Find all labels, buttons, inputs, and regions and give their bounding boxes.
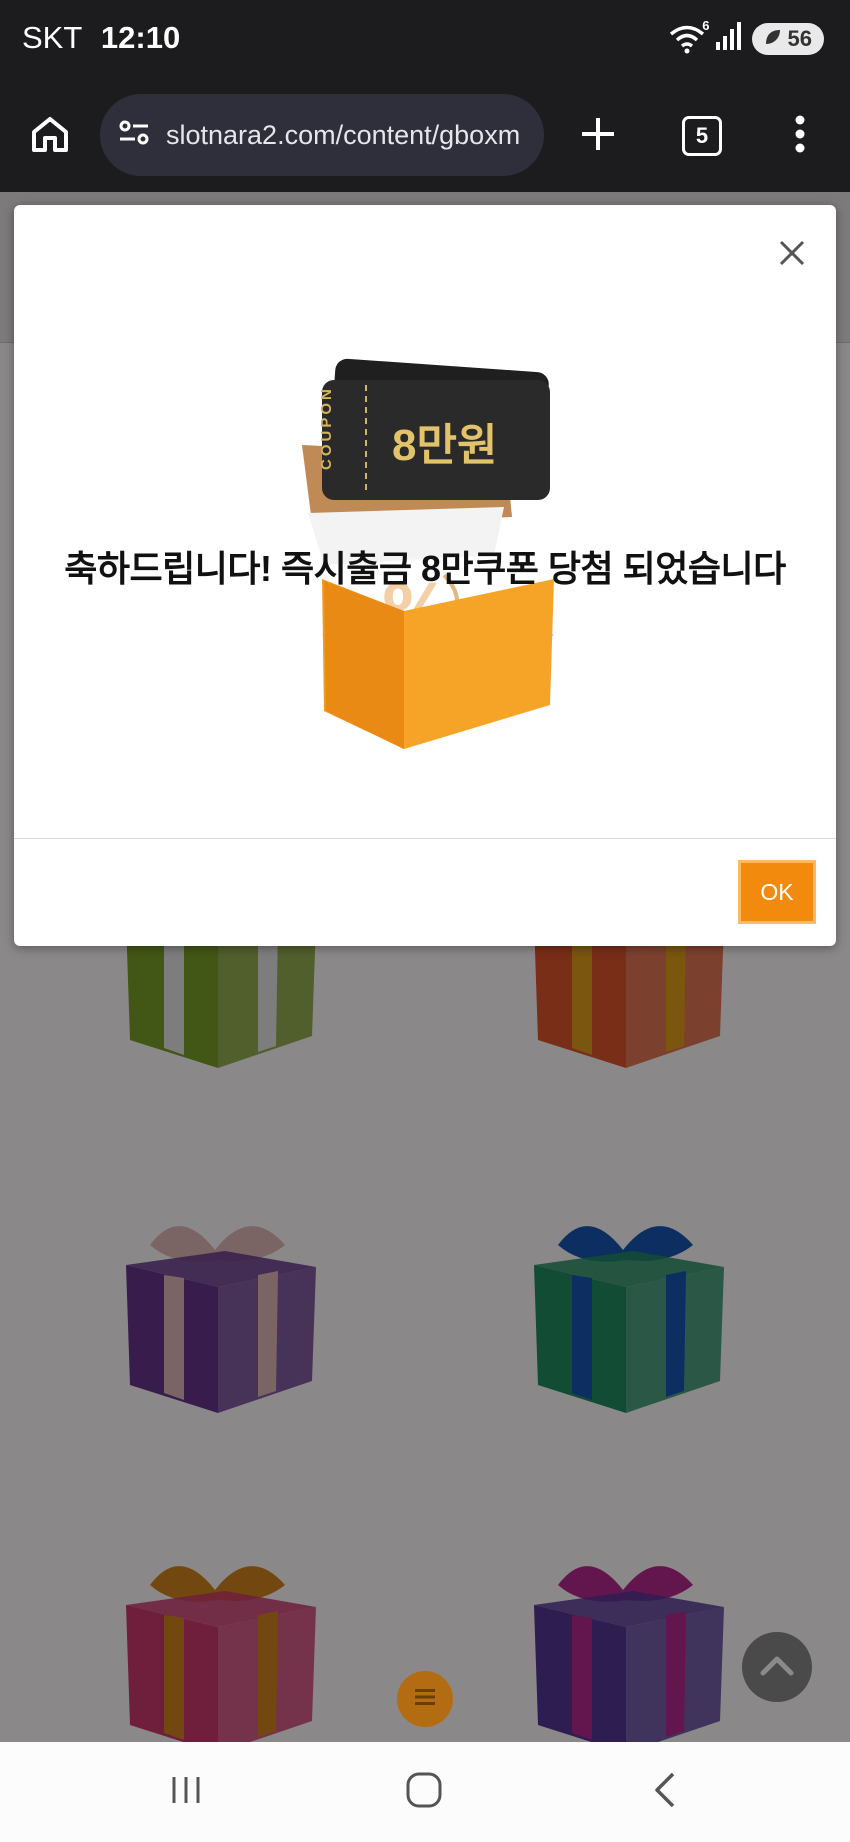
battery-indicator: 56 (751, 22, 824, 55)
status-bar: SKT 12:10 6 56 (0, 0, 850, 82)
home-nav-button[interactable] (364, 1742, 484, 1842)
home-button[interactable] (20, 96, 80, 176)
browser-toolbar: slotnara2.com/content/gboxm 5 (0, 82, 850, 192)
recents-button[interactable] (126, 1742, 246, 1842)
back-chevron-icon (651, 1771, 677, 1814)
gift-box-3[interactable] (120, 1205, 320, 1415)
system-nav-bar (0, 1742, 850, 1842)
battery-level: 56 (787, 25, 812, 51)
wifi-icon: 6 (668, 18, 710, 54)
gift-box-5[interactable] (120, 1545, 320, 1755)
gift-box-6[interactable] (528, 1545, 728, 1755)
wifi-badge: 6 (702, 17, 710, 33)
coupon-amount: 8만원 (392, 421, 498, 470)
close-button[interactable] (770, 231, 814, 275)
new-tab-button[interactable] (568, 96, 628, 176)
clock: 12:10 (100, 20, 181, 55)
tab-switcher-button[interactable]: 5 (670, 96, 734, 176)
address-bar[interactable]: slotnara2.com/content/gboxm (100, 94, 544, 176)
more-vert-icon (794, 114, 806, 159)
hamburger-icon (413, 1687, 437, 1712)
back-button[interactable] (604, 1742, 724, 1842)
modal-divider (14, 838, 836, 839)
menu-fab[interactable] (397, 1671, 453, 1727)
home-icon (30, 114, 70, 159)
chevron-up-icon (760, 1654, 794, 1681)
recents-icon (168, 1773, 204, 1812)
ok-button[interactable]: OK (738, 860, 816, 924)
gift-box-4[interactable] (528, 1205, 728, 1415)
overflow-menu-button[interactable] (770, 96, 830, 176)
leaf-icon (764, 26, 782, 52)
prize-modal: % COUPON 8만원 축하드립니다! 즉시출금 8만쿠폰 당첨 되었습니다 … (14, 205, 836, 946)
coupon-label: COUPON (318, 386, 335, 470)
tab-count: 5 (682, 116, 722, 156)
modal-message: 축하드립니다! 즉시출금 8만쿠폰 당첨 되었습니다 (64, 548, 786, 589)
site-settings-icon[interactable] (118, 117, 150, 154)
scroll-top-button[interactable] (742, 1632, 812, 1702)
signal-icon (715, 22, 742, 55)
close-icon (770, 240, 814, 279)
url-text[interactable]: slotnara2.com/content/gboxm (166, 120, 520, 151)
home-nav-icon (404, 1770, 444, 1815)
plus-icon (579, 115, 617, 158)
carrier-label: SKT (22, 20, 83, 55)
